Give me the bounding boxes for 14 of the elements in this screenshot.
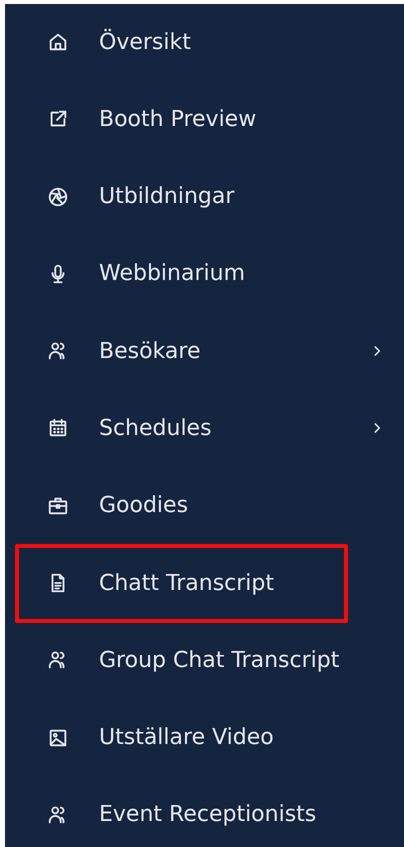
sidebar-item[interactable]: Schedules <box>15 398 348 458</box>
home-icon <box>47 31 69 53</box>
sidebar-item[interactable]: Webbinarium <box>15 244 348 304</box>
sidebar-item[interactable]: Översikt <box>15 12 348 72</box>
sidebar-item[interactable]: Besökare <box>15 321 348 382</box>
sidebar-item[interactable]: Booth Preview <box>15 89 348 150</box>
sidebar-item[interactable]: Goodies <box>15 476 348 536</box>
sidebar-item[interactable]: Group Chat Transcript <box>15 630 348 690</box>
sidebar-item[interactable]: Utbildningar <box>15 166 348 227</box>
sidebar-item[interactable]: Event Receptionists <box>15 784 348 845</box>
aperture-icon <box>47 186 69 208</box>
sidebar-item[interactable]: Utställare Video <box>15 708 348 768</box>
sidebar-item[interactable]: Chatt Transcript <box>15 544 348 623</box>
calendar-icon <box>47 417 69 440</box>
